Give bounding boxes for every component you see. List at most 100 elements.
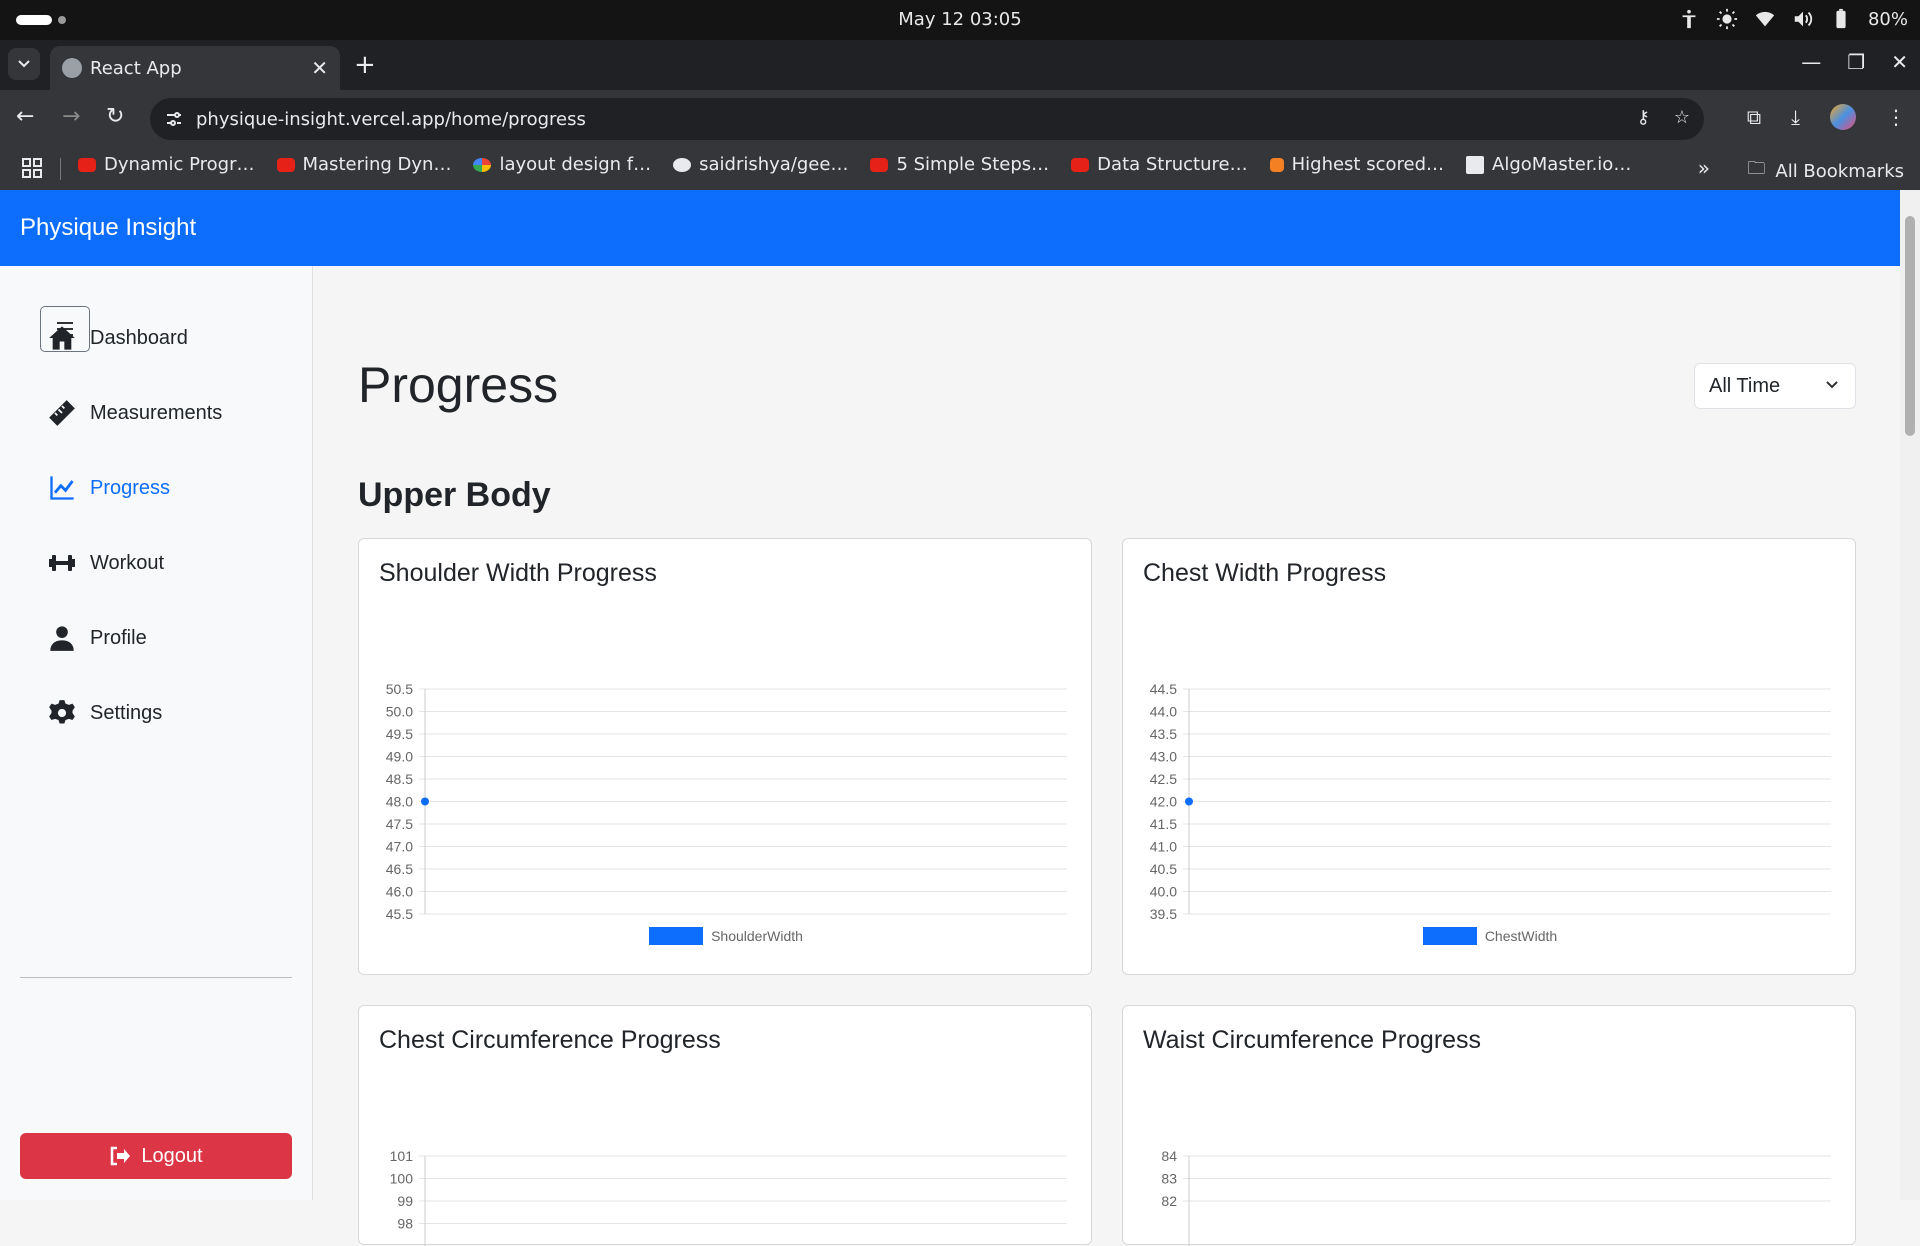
restore-icon[interactable]: ❐ bbox=[1847, 50, 1865, 74]
chart-legend[interactable]: ShoulderWidth bbox=[359, 927, 1093, 945]
battery-percent: 80% bbox=[1867, 8, 1908, 30]
volume-icon[interactable] bbox=[1792, 8, 1814, 30]
ruler-icon bbox=[49, 400, 75, 426]
home-icon bbox=[49, 326, 75, 350]
close-tab-icon[interactable]: ✕ bbox=[311, 56, 328, 80]
new-tab-button[interactable]: + bbox=[354, 50, 376, 80]
card-title: Waist Circumference Progress bbox=[1143, 1026, 1482, 1054]
extensions-icon[interactable]: ⧉ bbox=[1747, 105, 1761, 129]
address-bar[interactable]: physique-insight.vercel.app/home/progres… bbox=[150, 98, 1704, 140]
downloads-icon[interactable]: ⤓ bbox=[1791, 105, 1800, 129]
bookmark-star-icon[interactable]: ☆ bbox=[1674, 107, 1690, 128]
brightness-icon[interactable] bbox=[1716, 8, 1738, 30]
apps-grid-icon[interactable] bbox=[22, 158, 42, 178]
data-point bbox=[421, 797, 429, 806]
bookmark-item[interactable]: saidrishya/gee… bbox=[673, 154, 848, 175]
line-chart: 101 100 99 98 bbox=[390, 1148, 1067, 1246]
wifi-icon[interactable] bbox=[1754, 8, 1776, 30]
section-title: Upper Body bbox=[358, 476, 551, 514]
tab-title: React App bbox=[90, 57, 182, 79]
y-tick-label: 40.5 bbox=[1150, 861, 1177, 877]
sidebar-item-dashboard[interactable]: Dashboard bbox=[48, 324, 188, 352]
bookmark-item[interactable]: Mastering Dyn… bbox=[276, 154, 451, 175]
sidebar-item-workout[interactable]: Workout bbox=[48, 549, 164, 577]
os-clock[interactable]: May 12 03:05 bbox=[0, 9, 1920, 30]
sidebar-item-progress[interactable]: Progress bbox=[48, 474, 170, 502]
reload-icon[interactable]: ↻ bbox=[106, 104, 124, 129]
chart-legend[interactable]: ChestWidth bbox=[1123, 927, 1857, 945]
y-tick-label: 43.0 bbox=[1150, 749, 1177, 765]
browser-menu-icon[interactable]: ⋮ bbox=[1886, 105, 1906, 129]
bookmark-item[interactable]: AlgoMaster.io… bbox=[1466, 154, 1631, 175]
bookmark-item[interactable]: Highest scored… bbox=[1269, 154, 1444, 175]
gear-icon bbox=[49, 700, 75, 724]
page-title: Progress bbox=[358, 357, 559, 413]
y-tick-label: 100 bbox=[390, 1171, 414, 1187]
page-scrollbar[interactable] bbox=[1900, 190, 1920, 1200]
back-arrow-icon[interactable]: ← bbox=[16, 104, 34, 129]
youtube-icon bbox=[78, 157, 96, 172]
profile-avatar[interactable] bbox=[1830, 104, 1856, 130]
browser-toolbar: ← → ↻ physique-insight.vercel.app/home/p… bbox=[0, 90, 1920, 148]
bookmark-item[interactable]: Data Structure… bbox=[1071, 154, 1248, 175]
chevron-down-icon bbox=[18, 60, 30, 68]
card-title: Chest Circumference Progress bbox=[379, 1026, 721, 1054]
tab-search-button[interactable] bbox=[8, 48, 40, 80]
chart-line-icon bbox=[50, 476, 74, 500]
accessibility-icon[interactable] bbox=[1678, 8, 1700, 30]
url-text: physique-insight.vercel.app/home/progres… bbox=[196, 108, 586, 130]
user-icon bbox=[50, 626, 74, 651]
line-chart: 84 83 82 bbox=[1161, 1148, 1831, 1246]
y-tick-label: 46.0 bbox=[386, 884, 413, 900]
youtube-icon bbox=[1071, 157, 1090, 172]
y-tick-label: 49.0 bbox=[386, 749, 413, 765]
legend-label: ChestWidth bbox=[1484, 928, 1558, 944]
bookmark-list: Dynamic Progr… Mastering Dyn… layout des… bbox=[78, 154, 1631, 175]
y-tick-label: 99 bbox=[397, 1193, 413, 1209]
forward-arrow-icon[interactable]: → bbox=[62, 104, 80, 129]
y-tick-label: 84 bbox=[1161, 1148, 1177, 1164]
bookmark-item[interactable]: Dynamic Progr… bbox=[78, 154, 255, 175]
google-icon bbox=[473, 157, 492, 172]
chart-card-waist-circumference: Waist Circumference Progress 84 83 82 bbox=[1122, 1005, 1856, 1246]
password-key-icon[interactable]: ⚷ bbox=[1637, 107, 1650, 128]
site-settings-icon[interactable] bbox=[164, 109, 184, 129]
legend-label: ShoulderWidth bbox=[711, 928, 803, 944]
app-header: Physique Insight bbox=[0, 190, 1900, 266]
chart-card-chest-circumference: Chest Circumference Progress 101 100 99 98 bbox=[358, 1005, 1092, 1246]
scroll-thumb[interactable] bbox=[1905, 216, 1915, 436]
chevron-down-icon bbox=[1826, 381, 1838, 389]
all-bookmarks-button[interactable]: 🗀 All Bookmarks bbox=[1747, 156, 1904, 186]
y-tick-label: 47.0 bbox=[386, 839, 413, 855]
bookmark-item[interactable]: 5 Simple Steps… bbox=[870, 154, 1049, 175]
y-tick-label: 45.5 bbox=[386, 906, 413, 919]
y-tick-label: 43.5 bbox=[1150, 726, 1177, 742]
bookmark-item[interactable]: layout design f… bbox=[473, 154, 651, 175]
battery-icon[interactable] bbox=[1830, 8, 1852, 30]
close-window-icon[interactable]: ✕ bbox=[1891, 50, 1908, 74]
system-tray[interactable]: 80% bbox=[1678, 8, 1908, 30]
chart-card-chest-width: Chest Width Progress 44.5 44.0 43.5 43.0 42.… bbox=[1122, 538, 1856, 975]
stackoverflow-icon bbox=[1269, 157, 1284, 172]
y-tick-label: 98 bbox=[397, 1216, 413, 1232]
os-top-bar: May 12 03:05 80% bbox=[0, 0, 1920, 40]
dumbbell-icon bbox=[49, 555, 75, 571]
y-tick-label: 40.0 bbox=[1150, 884, 1177, 900]
sign-out-icon bbox=[111, 1146, 131, 1166]
browser-tab-active[interactable]: React App ✕ bbox=[50, 46, 340, 90]
line-chart: 44.5 44.0 43.5 43.0 42.5 42.0 41.5 41.0 40.5 40.0… bbox=[1150, 681, 1831, 919]
data-point bbox=[1185, 797, 1193, 806]
minimize-icon[interactable]: — bbox=[1801, 50, 1821, 74]
time-range-select[interactable]: All Time bbox=[1694, 363, 1856, 409]
browser-tab-strip: React App ✕ + — ❐ ✕ bbox=[0, 40, 1920, 90]
logout-button[interactable]: Logout bbox=[20, 1133, 292, 1179]
brand-title[interactable]: Physique Insight bbox=[20, 214, 196, 241]
github-icon bbox=[673, 157, 692, 172]
line-chart: 50.5 50.0 49.5 49.0 48.5 48.0 47.5 47.0 46.5 46.0… bbox=[386, 681, 1067, 919]
main-content: Progress All Time Upper Body Shoulder Wi… bbox=[314, 266, 1900, 1246]
sidebar-item-settings[interactable]: Settings bbox=[48, 699, 162, 727]
y-tick-label: 44.0 bbox=[1150, 704, 1177, 720]
sidebar-item-measurements[interactable]: Measurements bbox=[48, 399, 222, 427]
more-bookmarks-icon[interactable]: » bbox=[1698, 156, 1710, 180]
sidebar-item-profile[interactable]: Profile bbox=[48, 624, 147, 652]
